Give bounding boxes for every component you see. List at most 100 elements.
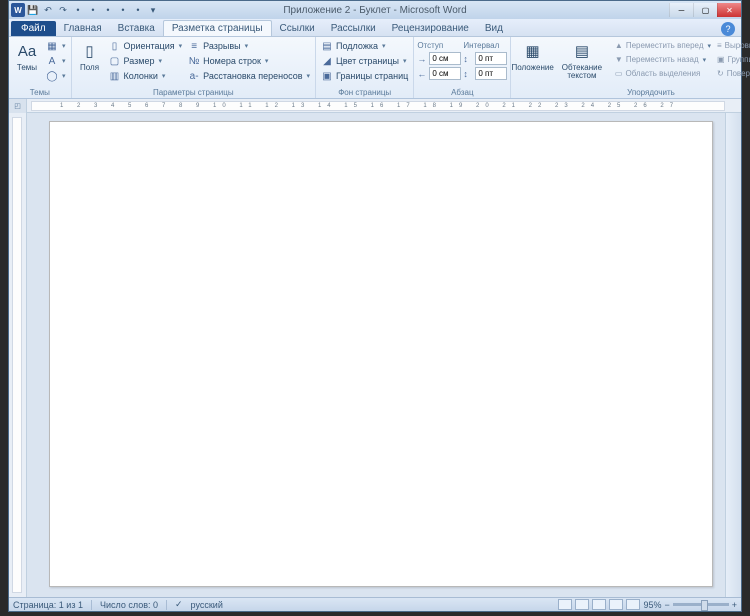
- colors-icon: ▦: [46, 40, 58, 52]
- ruler-horizontal[interactable]: ◰: [9, 99, 741, 113]
- line-numbers-icon: №: [188, 55, 200, 67]
- selection-icon: ▭: [615, 69, 623, 78]
- wrap-icon: ▤: [571, 40, 593, 62]
- window-controls: ─ ▢ ✕: [669, 3, 741, 17]
- line-numbers-button[interactable]: №Номера строк▾: [186, 54, 312, 68]
- scrollbar-vertical[interactable]: [725, 113, 741, 597]
- themes-button[interactable]: Aa Темы: [12, 39, 42, 83]
- group-paragraph: Отступ → ← Интервал ↕ ↕ Абзац: [414, 37, 511, 98]
- margins-button[interactable]: ▯ Поля: [75, 39, 105, 83]
- size-icon: ▢: [109, 55, 121, 67]
- space-after-icon: ↕: [463, 69, 473, 79]
- minimize-button[interactable]: ─: [669, 3, 693, 17]
- selection-pane-button[interactable]: ▭Область выделения: [613, 67, 713, 80]
- undo-icon[interactable]: ↶: [41, 3, 55, 17]
- qat-btn-1[interactable]: •: [71, 3, 85, 17]
- fonts-icon: A: [46, 55, 58, 67]
- maximize-button[interactable]: ▢: [693, 3, 717, 17]
- view-draft-button[interactable]: [626, 599, 640, 610]
- save-icon[interactable]: 💾: [26, 3, 40, 17]
- tab-mailings[interactable]: Рассылки: [323, 21, 384, 36]
- theme-colors-button[interactable]: ▦▾: [44, 39, 68, 53]
- indent-left-icon: →: [417, 54, 427, 64]
- page[interactable]: [49, 121, 713, 587]
- file-tab[interactable]: Файл: [11, 21, 56, 36]
- columns-button[interactable]: ▥Колонки▾: [107, 69, 185, 83]
- help-icon[interactable]: ?: [721, 22, 735, 36]
- margins-icon: ▯: [79, 40, 101, 62]
- group-button[interactable]: ▣Группировать▾: [715, 53, 750, 66]
- view-full-screen-button[interactable]: [575, 599, 589, 610]
- group-page-setup: ▯ Поля ▯Ориентация▾ ▢Размер▾ ▥Колонки▾ ≡…: [72, 37, 317, 98]
- forward-icon: ▲: [615, 41, 623, 50]
- align-button[interactable]: ≡Выровнять▾: [715, 39, 750, 52]
- word-icon[interactable]: W: [11, 3, 25, 17]
- workspace: [9, 113, 741, 597]
- size-button[interactable]: ▢Размер▾: [107, 54, 185, 68]
- group-arrange: ▦ Положение ▤ Обтекание текстом ▲Перемес…: [511, 37, 750, 98]
- tab-home[interactable]: Главная: [56, 21, 110, 36]
- document-area[interactable]: [27, 113, 725, 597]
- theme-effects-button[interactable]: ◯▾: [44, 69, 68, 83]
- space-after-input[interactable]: [475, 67, 507, 80]
- qat-customize-icon[interactable]: ▾: [146, 3, 160, 17]
- page-color-button[interactable]: ◢Цвет страницы▾: [319, 54, 410, 68]
- page-borders-button[interactable]: ▣Границы страниц: [319, 69, 410, 83]
- window-title: Приложение 2 - Буклет - Microsoft Word: [283, 5, 466, 16]
- orientation-button[interactable]: ▯Ориентация▾: [107, 39, 185, 53]
- rotate-icon: ↻: [717, 69, 724, 78]
- qat-btn-4[interactable]: •: [116, 3, 130, 17]
- borders-icon: ▣: [321, 70, 333, 82]
- status-proofing-icon[interactable]: ✓: [175, 599, 183, 610]
- quick-access-toolbar: W 💾 ↶ ↷ • • • • • ▾: [9, 3, 160, 17]
- indent-right-input[interactable]: [429, 67, 461, 80]
- wrap-text-button[interactable]: ▤ Обтекание текстом: [553, 39, 611, 81]
- close-button[interactable]: ✕: [717, 3, 741, 17]
- ruler-h-scale[interactable]: [31, 101, 725, 111]
- ruler-corner[interactable]: ◰: [9, 99, 27, 113]
- zoom-level[interactable]: 95%: [643, 600, 661, 610]
- redo-icon[interactable]: ↷: [56, 3, 70, 17]
- group-page-background: ▤Подложка▾ ◢Цвет страницы▾ ▣Границы стра…: [316, 37, 414, 98]
- view-outline-button[interactable]: [609, 599, 623, 610]
- ruler-vertical[interactable]: [9, 113, 27, 597]
- tab-review[interactable]: Рецензирование: [384, 21, 477, 36]
- indent-right-icon: ←: [417, 69, 427, 79]
- group-themes: Aa Темы ▦▾ A▾ ◯▾ Темы: [9, 37, 72, 98]
- qat-btn-3[interactable]: •: [101, 3, 115, 17]
- tab-insert[interactable]: Вставка: [110, 21, 163, 36]
- qat-btn-5[interactable]: •: [131, 3, 145, 17]
- hyphenation-icon: a-: [188, 70, 200, 82]
- space-before-input[interactable]: [475, 52, 507, 65]
- position-button[interactable]: ▦ Положение: [514, 39, 551, 81]
- status-language[interactable]: русский: [191, 600, 223, 610]
- indent-left-input[interactable]: [429, 52, 461, 65]
- zoom-slider[interactable]: [673, 603, 729, 606]
- zoom-in-button[interactable]: +: [732, 600, 737, 610]
- effects-icon: ◯: [46, 70, 58, 82]
- themes-icon: Aa: [16, 40, 38, 62]
- align-icon: ≡: [717, 41, 722, 50]
- tab-references[interactable]: Ссылки: [272, 21, 323, 36]
- hyphenation-button[interactable]: a-Расстановка переносов▾: [186, 69, 312, 83]
- view-print-layout-button[interactable]: [558, 599, 572, 610]
- bring-forward-button[interactable]: ▲Переместить вперед▾: [613, 39, 713, 52]
- zoom-out-button[interactable]: −: [664, 600, 669, 610]
- position-icon: ▦: [522, 40, 544, 62]
- ribbon-tabs: Файл Главная Вставка Разметка страницы С…: [9, 19, 741, 37]
- ruler-v-scale[interactable]: [12, 117, 22, 593]
- status-words[interactable]: Число слов: 0: [100, 600, 158, 610]
- orientation-icon: ▯: [109, 40, 121, 52]
- status-page[interactable]: Страница: 1 из 1: [13, 600, 83, 610]
- tab-page-layout[interactable]: Разметка страницы: [163, 20, 272, 36]
- app-window: W 💾 ↶ ↷ • • • • • ▾ Приложение 2 - Букле…: [8, 0, 742, 612]
- breaks-button[interactable]: ≡Разрывы▾: [186, 39, 312, 53]
- qat-btn-2[interactable]: •: [86, 3, 100, 17]
- rotate-button[interactable]: ↻Повернуть▾: [715, 67, 750, 80]
- tab-view[interactable]: Вид: [477, 21, 511, 36]
- breaks-icon: ≡: [188, 40, 200, 52]
- send-backward-button[interactable]: ▼Переместить назад▾: [613, 53, 713, 66]
- view-web-layout-button[interactable]: [592, 599, 606, 610]
- theme-fonts-button[interactable]: A▾: [44, 54, 68, 68]
- watermark-button[interactable]: ▤Подложка▾: [319, 39, 410, 53]
